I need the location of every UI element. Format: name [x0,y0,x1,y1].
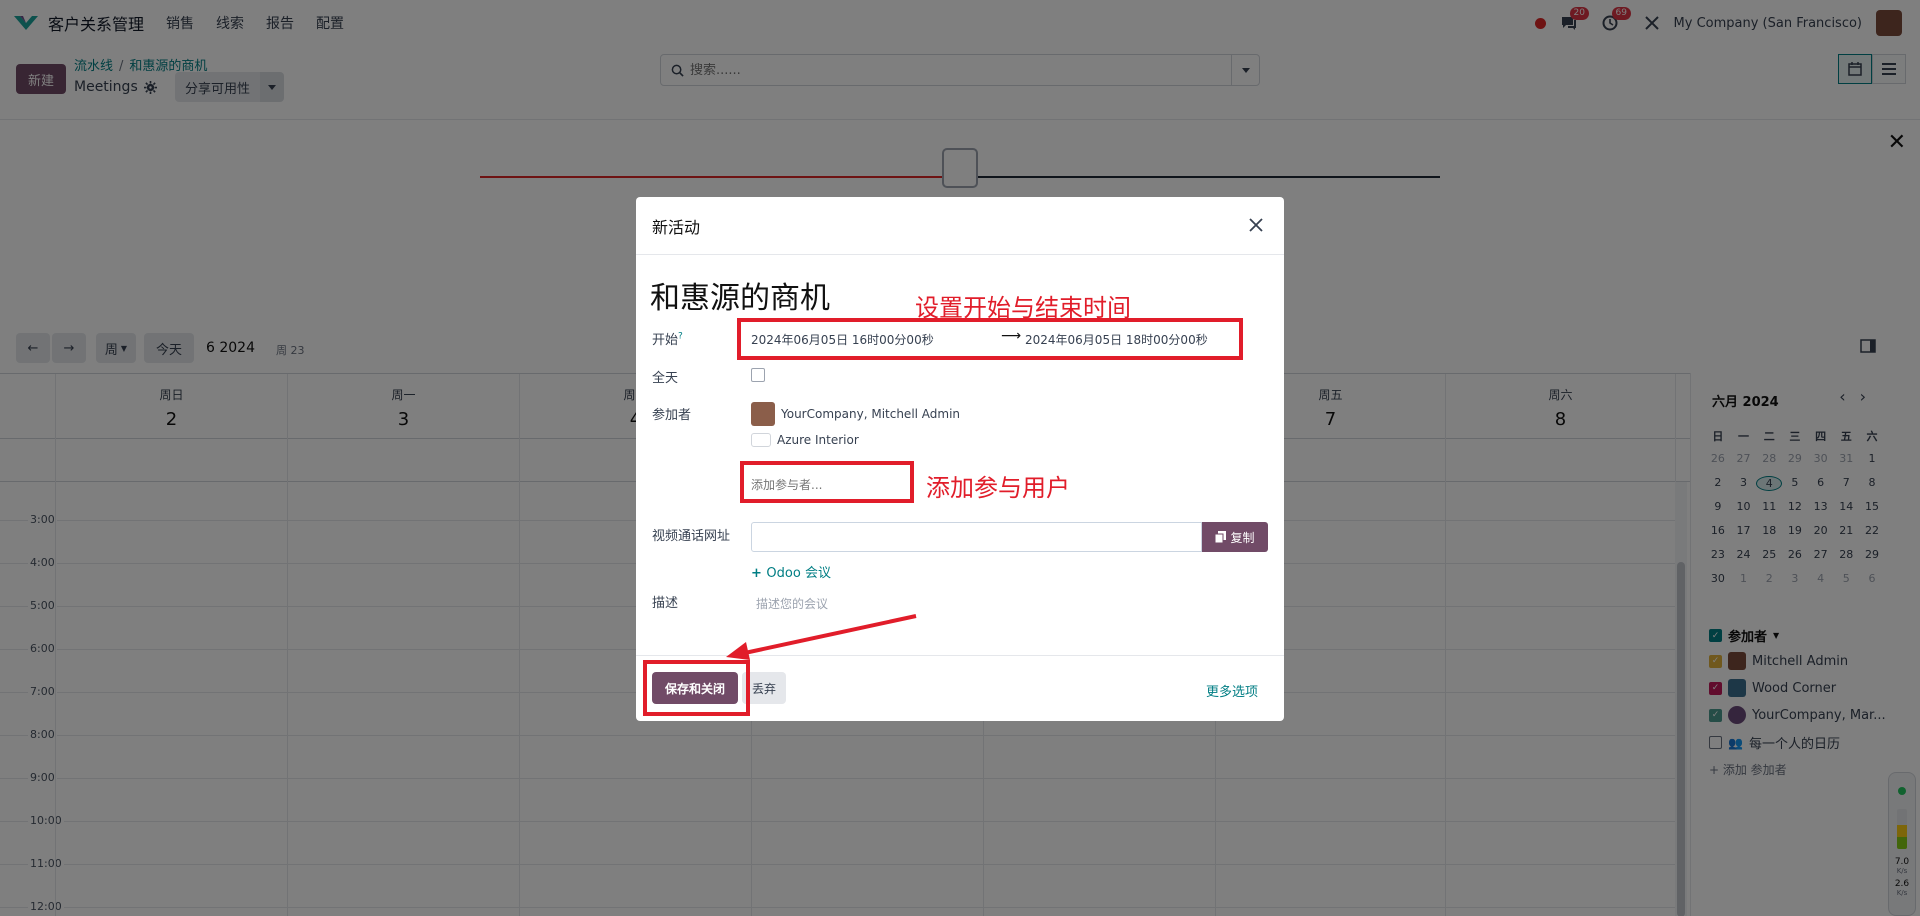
dialog-header: 新活动 [636,197,1284,255]
copy-icon [1215,531,1227,543]
allday-checkbox[interactable] [751,368,765,382]
event-name-field[interactable]: 和惠源的商机 [650,273,830,317]
annotation-box-attendee [740,461,914,503]
attendee-tag[interactable]: Azure Interior [751,433,859,447]
video-url-input[interactable] [751,522,1202,552]
attendees-label: 参加者 [652,408,692,423]
attendee-tag[interactable]: YourCompany, Mitchell Admin [751,402,960,426]
description-label: 描述 [652,596,679,611]
annotation-add-user: 添加参与用户 [926,474,1070,502]
annotation-arrow-icon [726,614,917,660]
allday-label: 全天 [652,371,679,386]
annotation-box-save [643,660,750,716]
plus-icon: + [751,566,767,581]
more-options-link[interactable]: 更多选项 [1206,681,1258,700]
dialog-title: 新活动 [652,217,701,237]
annotation-set-time: 设置开始与结束时间 [915,294,1131,322]
avatar [751,402,775,426]
copy-button[interactable]: 复制 [1202,522,1268,552]
annotation-box-datetime [737,318,1243,360]
close-icon[interactable] [1244,213,1268,237]
start-label: 开始? [652,331,683,348]
help-tooltip-icon[interactable]: ? [678,332,683,342]
company-logo-icon [751,433,771,447]
video-url-label: 视频通话网址 [652,529,731,544]
odoo-meeting-link[interactable]: + Odoo 会议 [751,562,831,581]
